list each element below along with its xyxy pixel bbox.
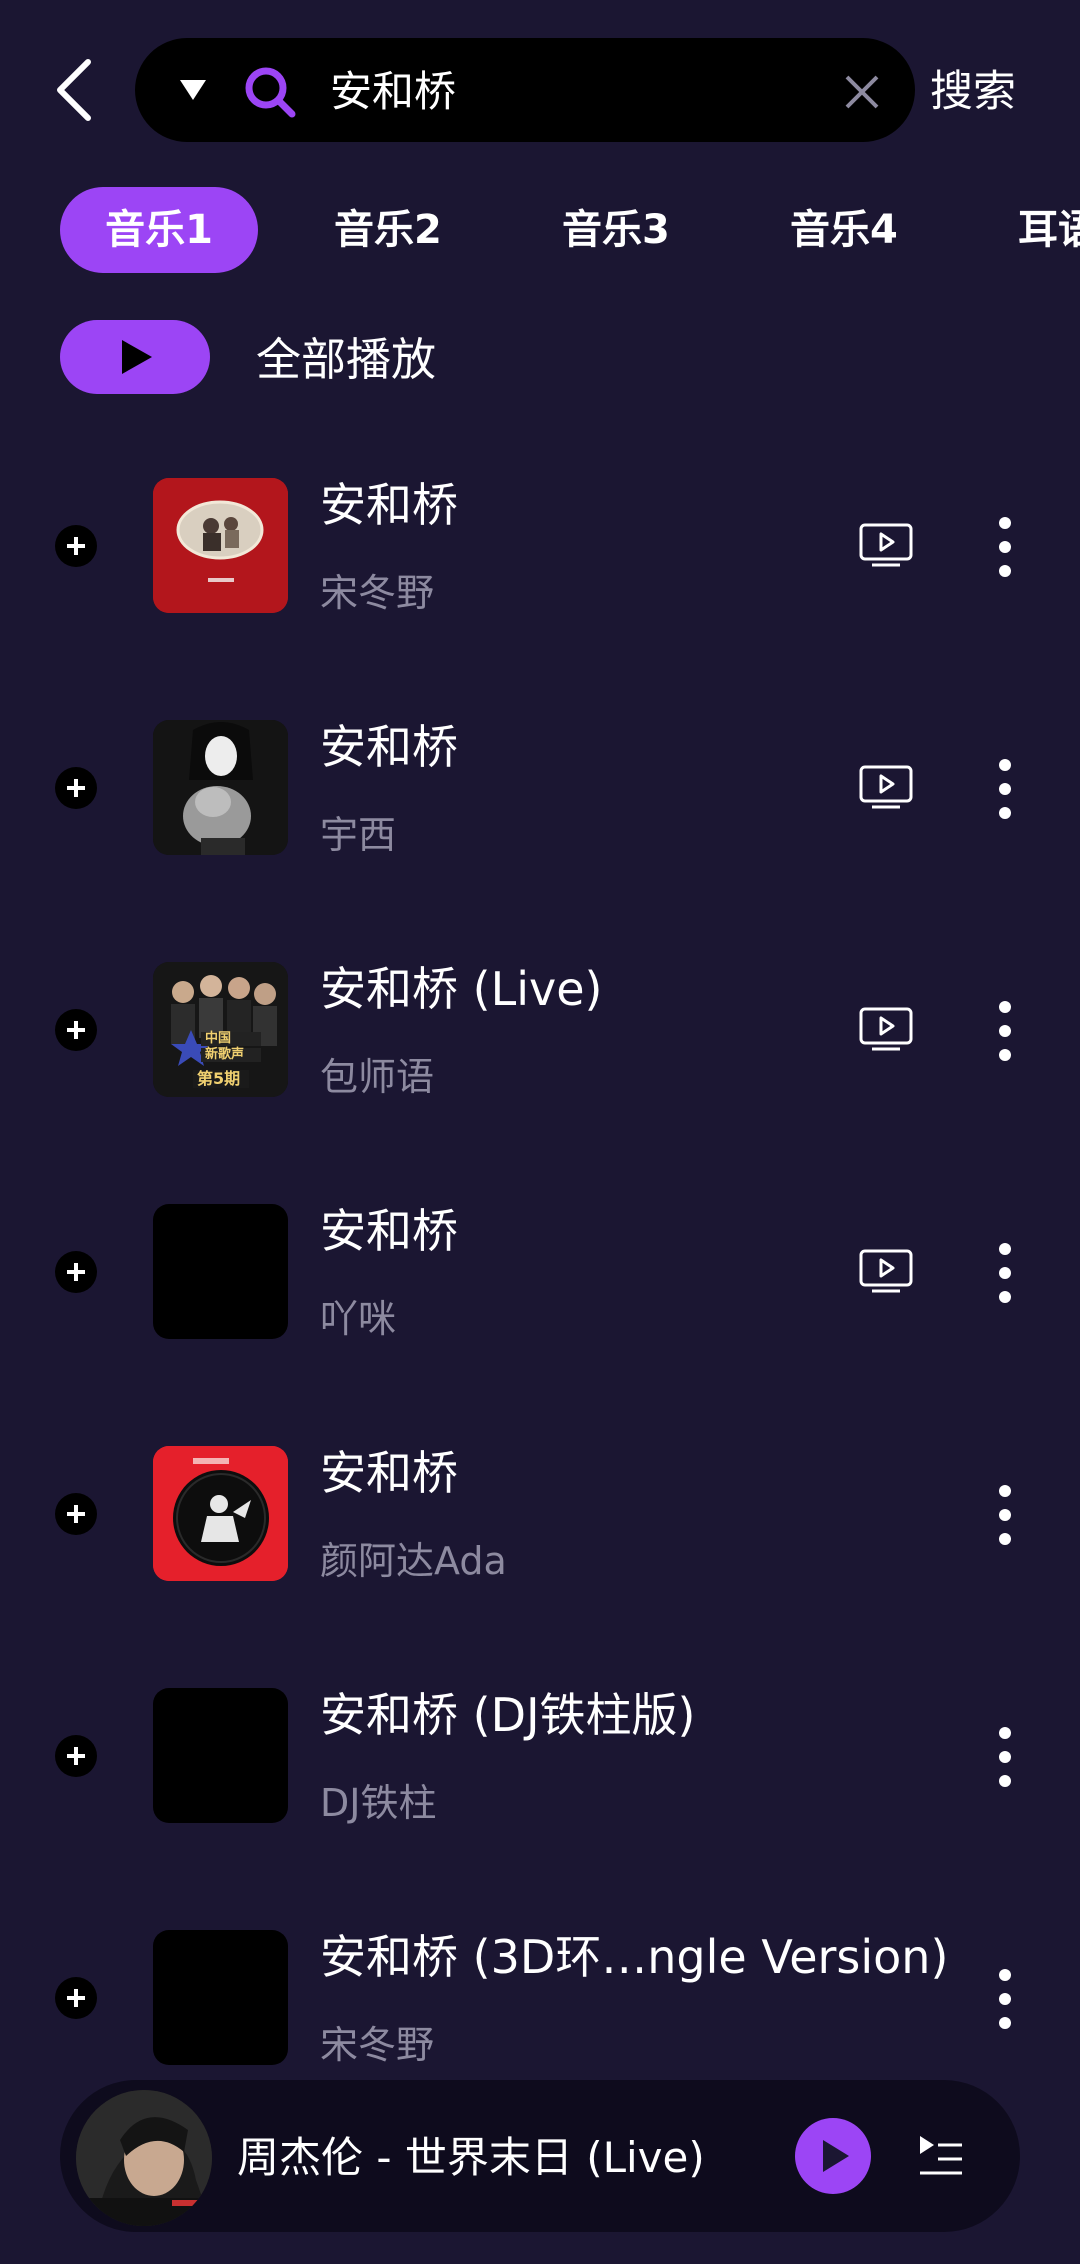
list-item[interactable]: 安和桥 宋冬野 — [0, 425, 1080, 667]
song-artist: 宇西 — [320, 813, 397, 857]
add-icon[interactable] — [55, 1009, 97, 1051]
list-item[interactable]: 中国 新歌声 第5期 安和桥 (Live) 包师语 — [0, 909, 1080, 1151]
search-button[interactable]: 搜索 — [930, 62, 1016, 122]
play-icon — [823, 2140, 849, 2172]
album-cover[interactable]: 中国 新歌声 第5期 — [153, 962, 288, 1097]
more-icon[interactable] — [988, 759, 1022, 819]
list-item[interactable]: 安和桥 (DJ铁柱版) DJ铁柱 — [0, 1635, 1080, 1877]
play-icon — [122, 340, 152, 374]
more-icon[interactable] — [988, 1001, 1022, 1061]
mv-icon[interactable] — [858, 522, 914, 568]
play-all-button[interactable] — [60, 320, 210, 394]
list-item[interactable]: 安和桥 吖咪 — [0, 1151, 1080, 1393]
album-cover[interactable] — [153, 1688, 288, 1823]
album-cover[interactable] — [153, 1204, 288, 1339]
clear-icon[interactable] — [842, 72, 882, 112]
now-playing-cover[interactable] — [76, 2090, 212, 2226]
song-title: 安和桥 — [320, 1204, 458, 1258]
add-icon[interactable] — [55, 1977, 97, 2019]
add-icon[interactable] — [55, 1493, 97, 1535]
album-cover[interactable] — [153, 720, 288, 855]
tab-music3[interactable]: 音乐3 — [562, 187, 670, 273]
song-title: 安和桥 (3D环…ngle Version) — [320, 1930, 949, 1984]
song-title: 安和桥 (DJ铁柱版) — [320, 1688, 696, 1742]
tab-music1[interactable]: 音乐1 — [60, 187, 258, 273]
add-icon[interactable] — [55, 525, 97, 567]
song-artist: 宋冬野 — [320, 2023, 435, 2067]
add-icon[interactable] — [55, 1251, 97, 1293]
tab-music4[interactable]: 音乐4 — [790, 187, 898, 273]
add-icon[interactable] — [55, 1735, 97, 1777]
song-artist: 吖咪 — [320, 1297, 397, 1341]
song-artist: 包师语 — [320, 1055, 435, 1099]
more-icon[interactable] — [988, 1969, 1022, 2029]
song-title: 安和桥 — [320, 478, 458, 532]
more-icon[interactable] — [988, 517, 1022, 577]
add-icon[interactable] — [55, 767, 97, 809]
play-all-label[interactable]: 全部播放 — [256, 330, 436, 390]
song-artist: 宋冬野 — [320, 571, 435, 615]
more-icon[interactable] — [988, 1727, 1022, 1787]
dropdown-arrow-icon[interactable] — [180, 80, 206, 100]
song-title: 安和桥 (Live) — [320, 962, 603, 1016]
song-title: 安和桥 — [320, 1446, 458, 1500]
tab-whisper[interactable]: 耳语 — [1018, 187, 1080, 273]
song-artist: DJ铁柱 — [320, 1781, 437, 1825]
more-icon[interactable] — [988, 1485, 1022, 1545]
now-playing-title[interactable]: 周杰伦 - 世界末日 (Live) — [237, 2128, 705, 2188]
play-button[interactable] — [795, 2118, 871, 2194]
mv-icon[interactable] — [858, 1006, 914, 1052]
mv-icon[interactable] — [858, 764, 914, 810]
song-title: 安和桥 — [320, 720, 458, 774]
search-icon — [245, 67, 296, 118]
tab-music2[interactable]: 音乐2 — [334, 187, 442, 273]
playlist-icon[interactable] — [916, 2132, 964, 2180]
search-input[interactable]: 安和桥 — [330, 62, 456, 122]
back-icon[interactable] — [52, 58, 96, 122]
mv-icon[interactable] — [858, 1248, 914, 1294]
album-cover[interactable] — [153, 1446, 288, 1581]
list-item[interactable]: 安和桥 宇西 — [0, 667, 1080, 909]
album-cover[interactable] — [153, 1930, 288, 2065]
list-item[interactable]: 安和桥 颜阿达Ada — [0, 1393, 1080, 1635]
more-icon[interactable] — [988, 1243, 1022, 1303]
album-cover[interactable] — [153, 478, 288, 613]
song-artist: 颜阿达Ada — [320, 1539, 507, 1583]
